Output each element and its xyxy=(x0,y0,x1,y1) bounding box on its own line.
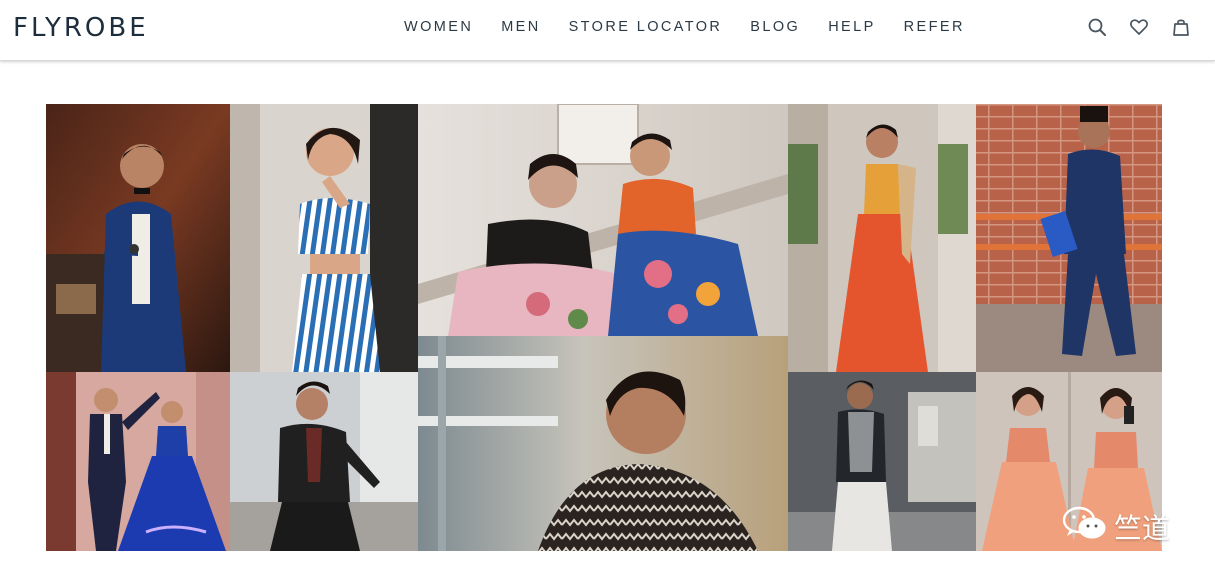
collage-photo[interactable] xyxy=(976,104,1162,372)
collage-photo[interactable] xyxy=(418,336,788,551)
nav-item-refer[interactable]: REFER xyxy=(904,18,965,36)
photo-collage xyxy=(46,104,1162,551)
site-header: FLYROBE WOMEN MEN STORE LOCATOR BLOG HEL… xyxy=(0,0,1215,61)
collage-photo[interactable] xyxy=(788,104,976,372)
collage-photo[interactable] xyxy=(788,372,976,551)
collage-photo[interactable] xyxy=(230,104,418,372)
heart-icon[interactable] xyxy=(1129,17,1149,37)
collage-photo[interactable] xyxy=(230,372,418,551)
watermark-text: 竺道 xyxy=(1114,511,1171,545)
nav-item-women[interactable]: WOMEN xyxy=(404,18,473,36)
header-actions xyxy=(1065,17,1191,37)
wechat-icon xyxy=(1062,504,1108,549)
nav-item-men[interactable]: MEN xyxy=(501,18,540,36)
search-icon[interactable] xyxy=(1087,17,1107,37)
watermark: 竺道 xyxy=(1062,504,1170,549)
collage-photo[interactable] xyxy=(46,104,230,372)
nav-item-store-locator[interactable]: STORE LOCATOR xyxy=(569,18,723,36)
shopping-bag-icon[interactable] xyxy=(1171,17,1191,37)
nav-item-blog[interactable]: BLOG xyxy=(750,18,800,36)
collage-photo[interactable] xyxy=(418,104,788,336)
brand-logo[interactable]: FLYROBE xyxy=(13,14,149,42)
collage-photo[interactable] xyxy=(46,372,230,551)
nav-item-help[interactable]: HELP xyxy=(828,18,875,36)
main-nav: WOMEN MEN STORE LOCATOR BLOG HELP REFER xyxy=(404,18,993,36)
